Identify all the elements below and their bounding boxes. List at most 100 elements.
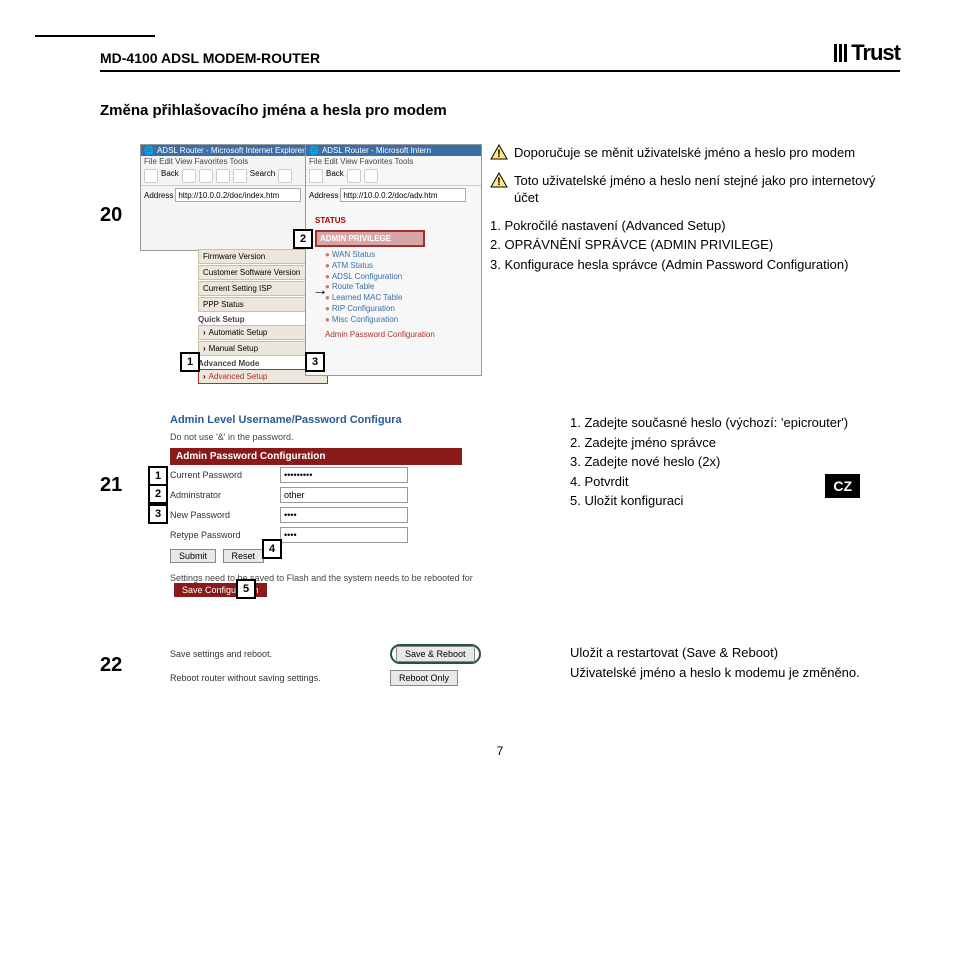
warning-2: ! Toto uživatelské jméno a heslo není st… bbox=[490, 172, 900, 207]
home-icon[interactable] bbox=[216, 169, 230, 183]
back-icon[interactable] bbox=[309, 169, 323, 183]
language-badge: CZ bbox=[825, 474, 860, 498]
config-note: Do not use '&' in the password. bbox=[170, 432, 550, 442]
step-20-desc: ! Doporučuje se měnit uživatelské jméno … bbox=[470, 144, 900, 275]
menu-item[interactable]: ●Learned MAC Table bbox=[325, 293, 435, 304]
address-label: Address bbox=[144, 191, 173, 200]
screenshot-21: Admin Level Username/Password Configura … bbox=[170, 414, 550, 604]
stop-icon[interactable] bbox=[182, 169, 196, 183]
save-note-text: Settings need to be saved to Flash and t… bbox=[170, 573, 473, 583]
callout-1: 1 bbox=[180, 352, 200, 372]
address-label: Address bbox=[309, 191, 338, 200]
address-input[interactable] bbox=[175, 188, 301, 202]
brand-text: Trust bbox=[851, 40, 900, 66]
callout-2: 2 bbox=[148, 484, 168, 504]
warning-text: Doporučuje se měnit uživatelské jméno a … bbox=[514, 144, 855, 162]
toolbar: Back bbox=[306, 167, 481, 186]
callout-1: 1 bbox=[148, 466, 168, 486]
step-20-row: 20 🌐 ADSL Router - Microsoft Internet Ex… bbox=[100, 144, 900, 374]
address-input[interactable] bbox=[340, 188, 466, 202]
brand-logo: Trust bbox=[834, 40, 900, 66]
instruction: 3. Konfigurace hesla správce (Admin Pass… bbox=[490, 256, 900, 274]
menu-item[interactable]: ●Misc Configuration bbox=[325, 315, 435, 326]
field-label: New Password bbox=[170, 510, 280, 520]
side-item-label: Advanced Setup bbox=[209, 372, 268, 381]
instruction: 2. Zadejte jméno správce bbox=[570, 434, 900, 452]
menu-item-admin-password[interactable]: Admin Password Configuration bbox=[325, 330, 435, 341]
instruction: Uživatelské jméno a heslo k modemu je zm… bbox=[570, 664, 900, 682]
menu-label: Misc Configuration bbox=[332, 315, 398, 324]
address-bar: Address bbox=[306, 186, 481, 204]
brand-bars-icon bbox=[834, 44, 847, 62]
window-titlebar: 🌐 ADSL Router - Microsoft Internet Explo… bbox=[141, 145, 321, 156]
stop-icon[interactable] bbox=[347, 169, 361, 183]
window-titlebar: 🌐 ADSL Router - Microsoft Intern bbox=[306, 145, 481, 156]
step-number-21: 21 bbox=[100, 414, 140, 497]
svg-text:!: ! bbox=[497, 176, 501, 188]
instruction: Uložit a restartovat (Save & Reboot) bbox=[570, 644, 900, 662]
warning-1: ! Doporučuje se měnit uživatelské jméno … bbox=[490, 144, 900, 162]
menu-label: Route Table bbox=[332, 282, 375, 291]
arrow-icon: → bbox=[312, 282, 328, 300]
menu-item[interactable]: ●RIP Configuration bbox=[325, 304, 435, 315]
callout-5: 5 bbox=[236, 579, 256, 599]
back-label: Back bbox=[326, 169, 344, 183]
reboot-only-label: Reboot router without saving settings. bbox=[170, 673, 390, 683]
section-title: Změna přihlašovacího jména a hesla pro m… bbox=[100, 102, 900, 119]
svg-text:!: ! bbox=[497, 148, 501, 160]
menu-item[interactable]: ●ADSL Configuration bbox=[325, 272, 435, 283]
menu-label: RIP Configuration bbox=[332, 304, 395, 313]
menu-label: Admin Password Configuration bbox=[325, 330, 435, 339]
side-item-label: Automatic Setup bbox=[209, 328, 268, 337]
config-title: Admin Level Username/Password Configura bbox=[170, 414, 550, 426]
step-number-22: 22 bbox=[100, 644, 140, 677]
search-label: Search bbox=[250, 169, 275, 183]
menu-item[interactable]: ●ATM Status bbox=[325, 261, 435, 272]
reboot-label: Save settings and reboot. bbox=[170, 649, 390, 659]
status-label: STATUS bbox=[315, 216, 365, 225]
callout-3: 3 bbox=[305, 352, 325, 372]
step-number-20: 20 bbox=[100, 144, 140, 227]
menu-bar: File Edit View Favorites Tools bbox=[141, 156, 321, 167]
reboot-only-button[interactable]: Reboot Only bbox=[390, 670, 458, 686]
menu-label: Learned MAC Table bbox=[332, 293, 403, 302]
step-22-row: 22 Save settings and reboot. Save & Rebo… bbox=[100, 644, 900, 704]
admin-privilege-header: ADMIN PRIVILEGE bbox=[315, 230, 425, 247]
retype-password-input[interactable] bbox=[280, 527, 408, 543]
menu-label: ATM Status bbox=[332, 261, 373, 270]
step-21-row: 21 Admin Level Username/Password Configu… bbox=[100, 414, 900, 604]
current-password-input[interactable] bbox=[280, 467, 408, 483]
back-icon[interactable] bbox=[144, 169, 158, 183]
field-label: Current Password bbox=[170, 470, 280, 480]
window-title: ADSL Router - Microsoft Internet Explore… bbox=[157, 146, 305, 155]
screenshot-20: 🌐 ADSL Router - Microsoft Internet Explo… bbox=[140, 144, 470, 374]
step-22-desc: Uložit a restartovat (Save & Reboot) Uži… bbox=[550, 644, 900, 683]
new-password-input[interactable] bbox=[280, 507, 408, 523]
page-header: MD-4100 ADSL MODEM-ROUTER Trust bbox=[100, 40, 900, 72]
admin-input[interactable] bbox=[280, 487, 408, 503]
reset-button[interactable]: Reset bbox=[223, 549, 265, 563]
instruction: 2. OPRÁVNĚNÍ SPRÁVCE (ADMIN PRIVILEGE) bbox=[490, 236, 900, 254]
admin-menu-list: ●WAN Status ●ATM Status ●ADSL Configurat… bbox=[325, 250, 435, 340]
submit-button[interactable]: Submit bbox=[170, 549, 216, 563]
ie-icon: 🌐 bbox=[144, 146, 154, 155]
refresh-icon[interactable] bbox=[199, 169, 213, 183]
menu-label: WAN Status bbox=[332, 250, 375, 259]
search-icon[interactable] bbox=[233, 169, 247, 183]
favorites-icon[interactable] bbox=[278, 169, 292, 183]
toolbar: Back Search bbox=[141, 167, 321, 186]
warning-icon: ! bbox=[490, 144, 508, 160]
callout-2: 2 bbox=[293, 229, 313, 249]
menu-item[interactable]: ●Route Table bbox=[325, 282, 435, 293]
page-number: 7 bbox=[100, 744, 900, 758]
refresh-icon[interactable] bbox=[364, 169, 378, 183]
back-label: Back bbox=[161, 169, 179, 183]
save-reboot-button[interactable]: Save & Reboot bbox=[396, 646, 475, 662]
callout-3: 3 bbox=[148, 504, 168, 524]
menu-item[interactable]: ●WAN Status bbox=[325, 250, 435, 261]
warning-text: Toto uživatelské jméno a heslo není stej… bbox=[514, 172, 900, 207]
screenshot-22: Save settings and reboot. Save & Reboot … bbox=[170, 644, 550, 704]
warning-icon: ! bbox=[490, 172, 508, 188]
instruction: 3. Zadejte nové heslo (2x) bbox=[570, 453, 900, 471]
save-note: Settings need to be saved to Flash and t… bbox=[170, 573, 550, 597]
